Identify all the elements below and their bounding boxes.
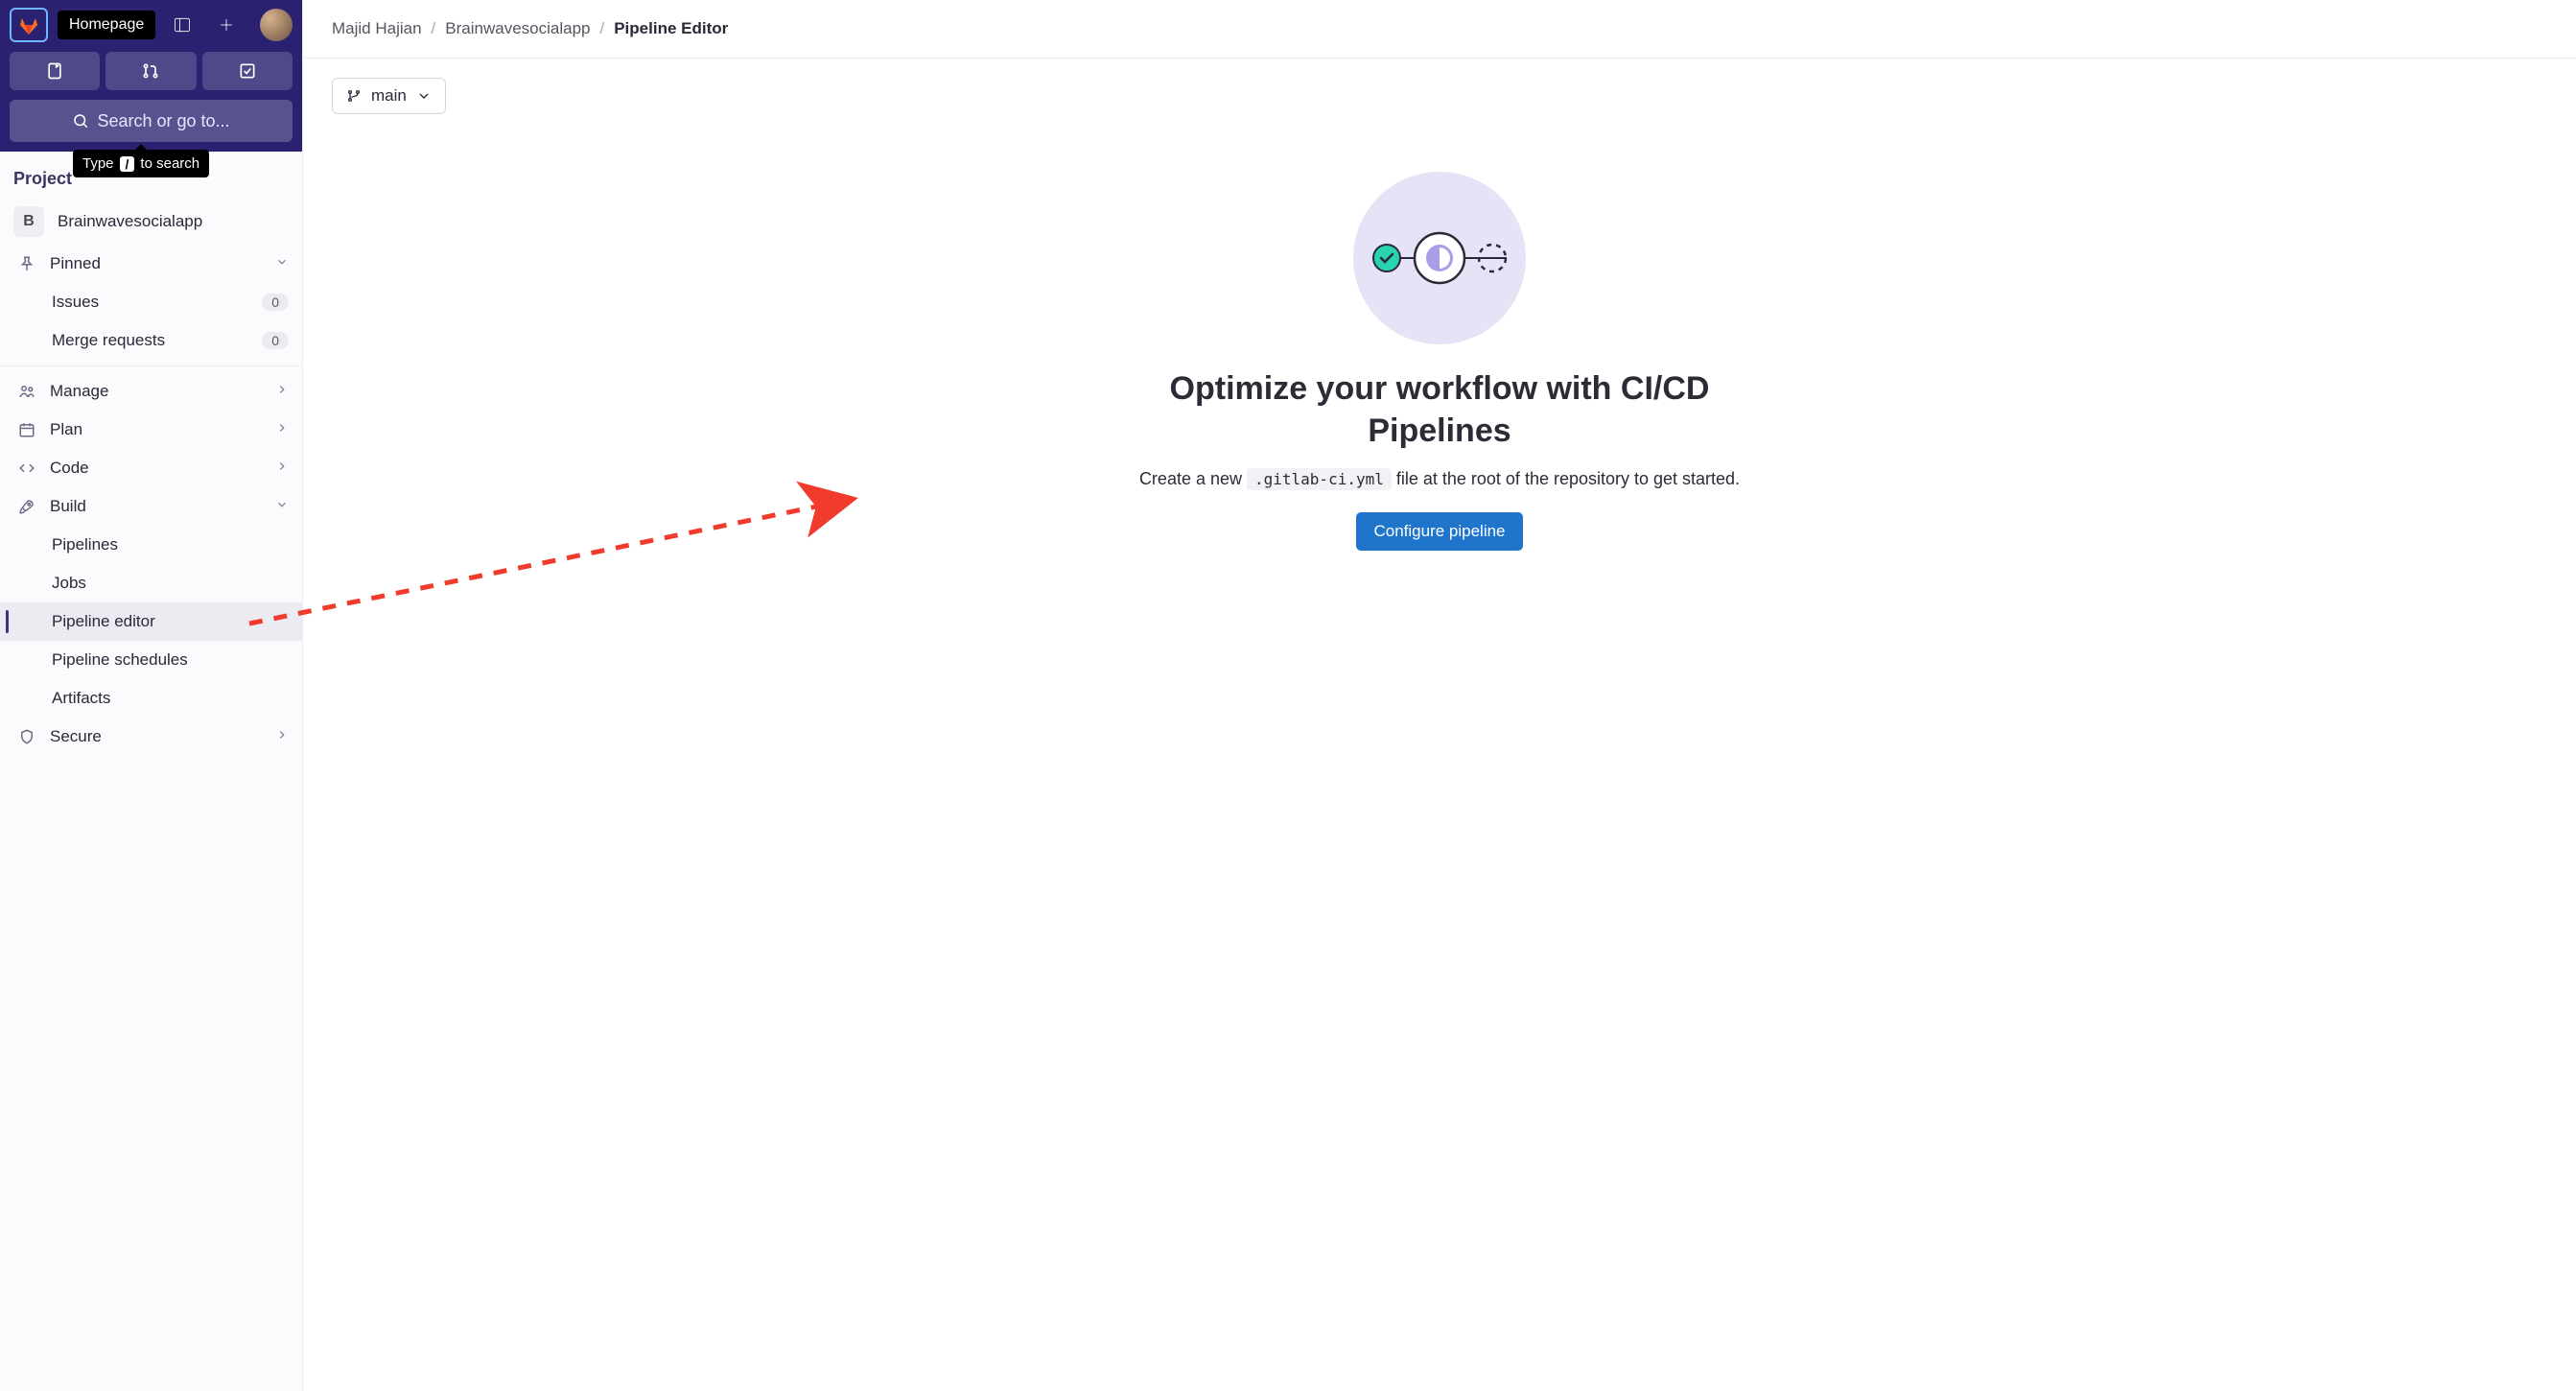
issues-shortcut[interactable]: [10, 52, 100, 90]
branch-name: main: [371, 86, 407, 106]
project-initial-badge: B: [13, 206, 44, 237]
chevron-down-icon: [275, 254, 289, 273]
nav-build[interactable]: Build: [0, 487, 302, 526]
gitlab-logo[interactable]: [10, 8, 48, 42]
search-input[interactable]: Search or go to...: [10, 100, 293, 142]
mr-count: 0: [262, 332, 289, 349]
build-jobs[interactable]: Jobs: [0, 564, 302, 602]
pipeline-illustration: [1353, 172, 1526, 344]
main-area: Majid Hajian / Brainwavesocialapp / Pipe…: [303, 0, 2576, 1391]
project-link[interactable]: B Brainwavesocialapp: [0, 199, 302, 245]
chevron-down-icon: [275, 497, 289, 516]
configure-pipeline-button[interactable]: Configure pipeline: [1356, 512, 1522, 551]
slash-key: /: [120, 156, 135, 172]
nav-manage[interactable]: Manage: [0, 372, 302, 411]
chevron-down-icon: [416, 88, 432, 104]
branch-icon: [346, 88, 362, 104]
empty-title: Optimize your workflow with CI/CD Pipeli…: [1104, 367, 1775, 452]
build-artifacts[interactable]: Artifacts: [0, 679, 302, 718]
chevron-right-icon: [275, 382, 289, 401]
pinned-merge-requests[interactable]: Merge requests 0: [0, 321, 302, 360]
todos-shortcut[interactable]: [202, 52, 293, 90]
nav-plan[interactable]: Plan: [0, 411, 302, 449]
search-hint-tooltip: Type / to search: [73, 150, 209, 177]
empty-state: Optimize your workflow with CI/CD Pipeli…: [332, 172, 2547, 551]
chevron-right-icon: [275, 459, 289, 478]
nav-code[interactable]: Code: [0, 449, 302, 487]
chevron-right-icon: [275, 727, 289, 746]
code-icon: [17, 459, 36, 478]
user-avatar[interactable]: [260, 9, 293, 41]
build-pipelines[interactable]: Pipelines: [0, 526, 302, 564]
build-pipeline-editor[interactable]: Pipeline editor: [0, 602, 302, 641]
topbar: Homepage Search or go to...: [0, 0, 302, 152]
empty-description: Create a new .gitlab-ci.yml file at the …: [1139, 469, 1740, 489]
users-icon: [17, 382, 36, 401]
calendar-icon: [17, 420, 36, 439]
nav-pinned-label: Pinned: [50, 254, 101, 273]
nav-secure[interactable]: Secure: [0, 718, 302, 756]
homepage-tooltip: Homepage: [58, 11, 155, 39]
breadcrumbs: Majid Hajian / Brainwavesocialapp / Pipe…: [303, 0, 2576, 59]
project-name: Brainwavesocialapp: [58, 212, 202, 231]
branch-selector[interactable]: main: [332, 78, 446, 114]
ci-filename: .gitlab-ci.yml: [1247, 468, 1392, 490]
chevron-right-icon: [275, 420, 289, 439]
shield-icon: [17, 727, 36, 746]
plus-icon[interactable]: [209, 8, 244, 42]
breadcrumb-owner[interactable]: Majid Hajian: [332, 19, 422, 38]
nav-pinned[interactable]: Pinned: [0, 245, 302, 283]
breadcrumb-current: Pipeline Editor: [614, 19, 728, 38]
pin-icon: [17, 254, 36, 273]
breadcrumb-project[interactable]: Brainwavesocialapp: [445, 19, 590, 38]
pinned-issues[interactable]: Issues 0: [0, 283, 302, 321]
merge-requests-shortcut[interactable]: [105, 52, 196, 90]
build-pipeline-schedules[interactable]: Pipeline schedules: [0, 641, 302, 679]
sidebar: Homepage Search or go to...: [0, 0, 303, 1391]
rocket-icon: [17, 497, 36, 516]
search-placeholder: Search or go to...: [97, 111, 229, 131]
panel-toggle-icon[interactable]: [165, 8, 199, 42]
issues-count: 0: [262, 294, 289, 311]
